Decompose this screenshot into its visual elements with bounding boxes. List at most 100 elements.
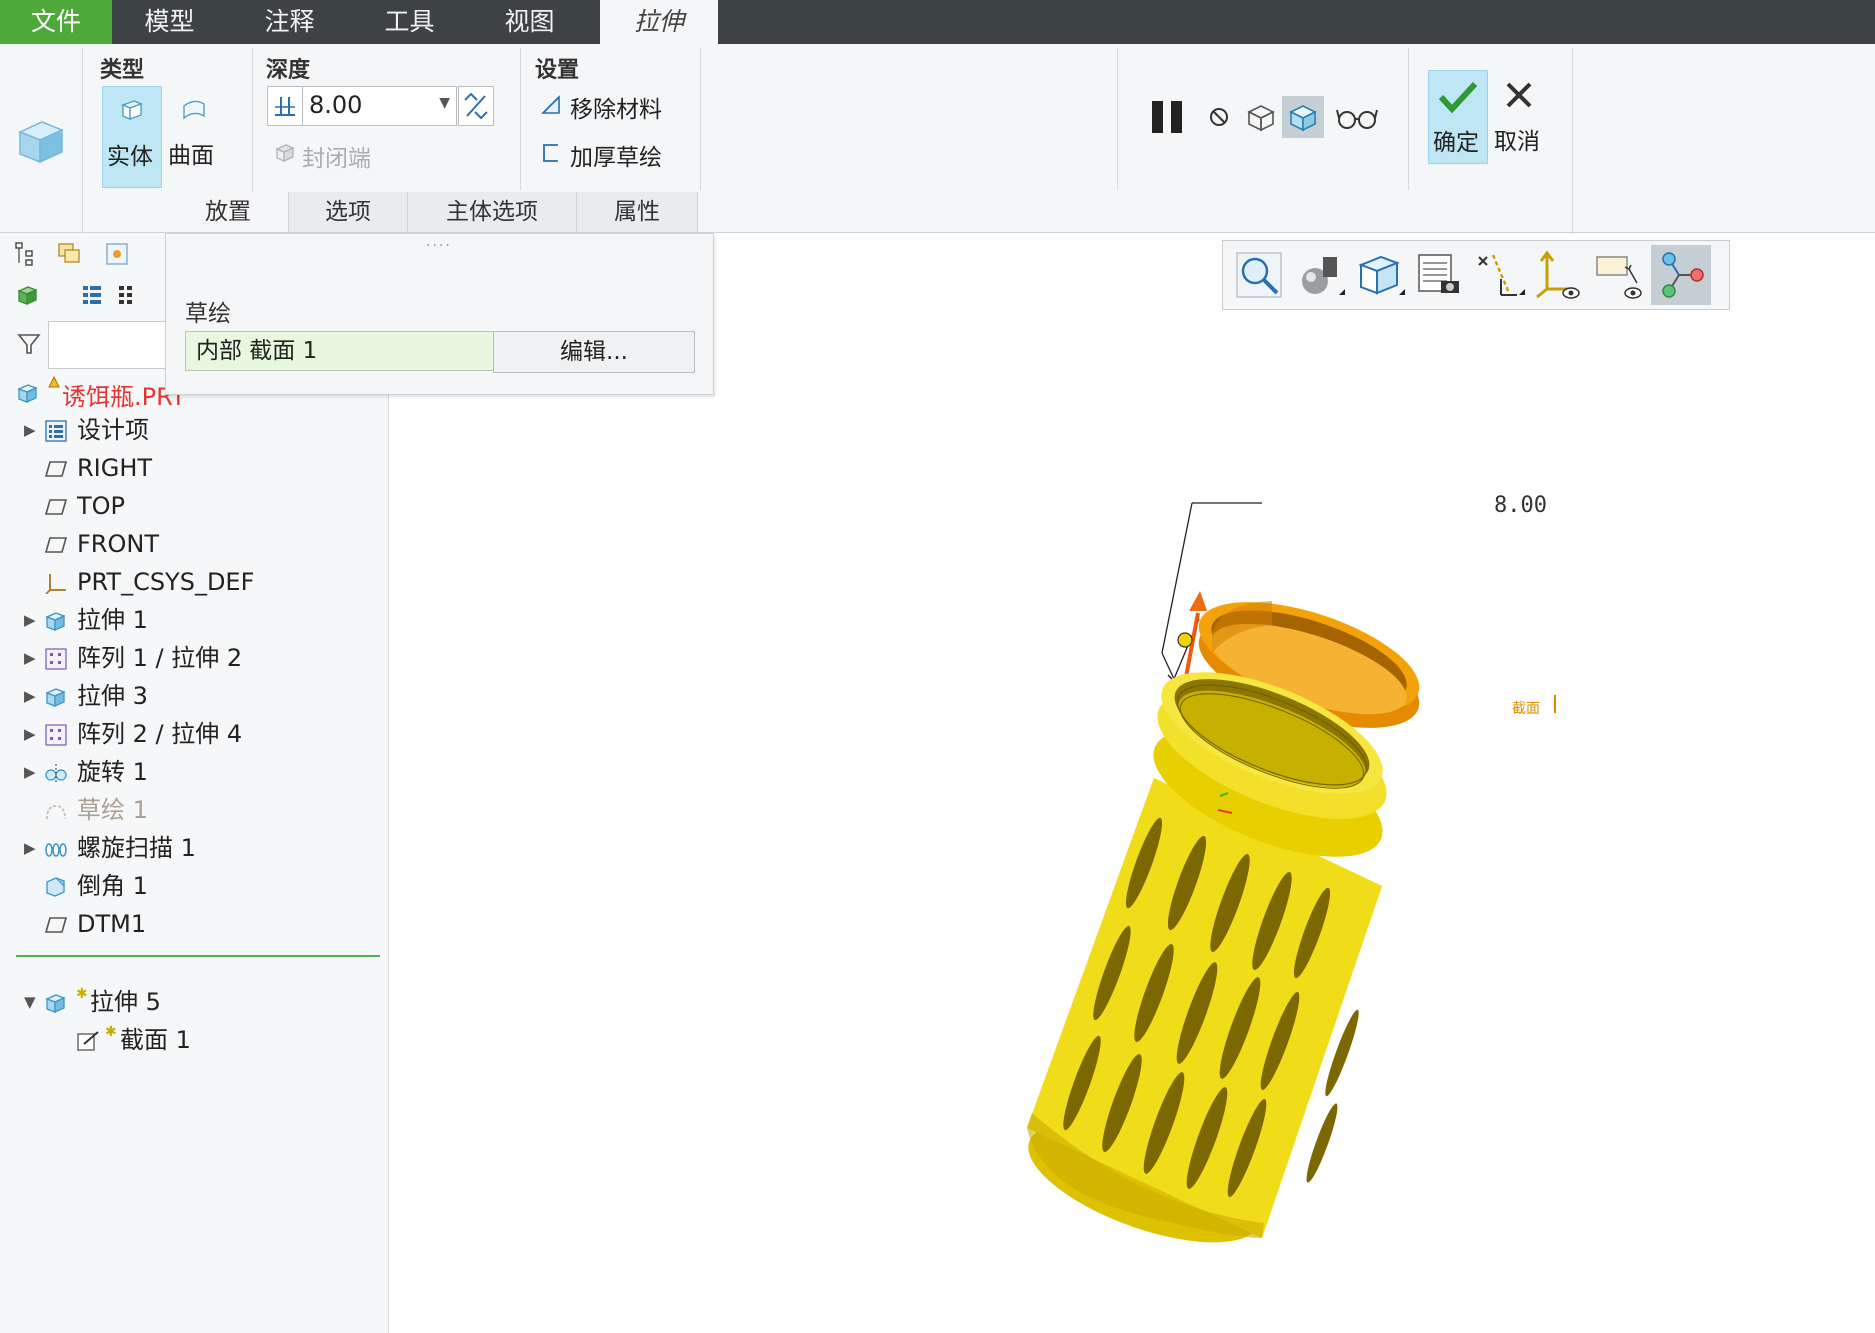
collapse-arrow-icon[interactable]: ▼ — [24, 984, 36, 1020]
depth-value-combobox[interactable]: 8.00 ▼ — [302, 86, 457, 126]
tree-item-label: 螺旋扫描 1 — [77, 834, 196, 862]
menu-tab-tools[interactable]: 工具 — [352, 0, 467, 44]
new-feature-star-icon: ✱ — [105, 1024, 117, 1040]
tree-item-label: 旋转 1 — [77, 758, 148, 786]
remove-material-icon — [541, 95, 560, 114]
tree-item-top[interactable]: TOP — [0, 488, 380, 524]
expand-arrow-icon[interactable]: ▶ — [24, 830, 36, 866]
blind-depth-icon — [275, 97, 295, 116]
tree-item-right[interactable]: RIGHT — [0, 450, 380, 486]
expand-arrow-icon[interactable]: ▶ — [24, 602, 36, 638]
subtab-options[interactable]: 选项 — [289, 192, 408, 232]
tree-item-csys[interactable]: PRT_CSYS_DEF — [0, 564, 380, 600]
menu-tab-view[interactable]: 视图 — [472, 0, 587, 44]
helical-sweep-icon — [45, 843, 67, 857]
cancel-label: 取消 — [1494, 129, 1540, 155]
tree-filter-list-icon[interactable] — [80, 283, 104, 307]
tree-item-label: 拉伸 5 — [90, 988, 161, 1016]
model-tree-panel: 诱饵瓶.PRT ▶ 设计项 RIGHT TOP FRONT PRT_CSYS_D… — [0, 233, 389, 1333]
section-tag-label: 截面 — [1512, 701, 1540, 717]
tree-search-input[interactable] — [48, 321, 170, 369]
type-group-label: 类型 — [100, 58, 145, 83]
folder-browser-icon[interactable] — [56, 241, 84, 267]
ok-button[interactable]: 确定 — [1428, 70, 1488, 164]
show-icon[interactable] — [16, 283, 40, 307]
datum-plane-icon — [44, 537, 68, 553]
menu-tab-model[interactable]: 模型 — [112, 0, 227, 44]
warning-icon — [48, 376, 60, 388]
depth-value: 8.00 — [309, 91, 363, 119]
ok-label: 确定 — [1433, 130, 1479, 156]
section-tag-marker — [1554, 695, 1556, 713]
expand-arrow-icon[interactable]: ▶ — [24, 716, 36, 752]
filter-icon[interactable] — [16, 331, 42, 357]
menu-tab-file[interactable]: 文件 — [0, 0, 112, 44]
subtab-properties[interactable]: 属性 — [577, 192, 698, 232]
tree-item-sketch-1[interactable]: 草绘 1 — [0, 792, 380, 828]
verify-preview-glasses-icon[interactable] — [1336, 106, 1378, 132]
solid-label: 实体 — [107, 144, 153, 170]
capped-ends-label[interactable]: 封闭端 — [302, 139, 371, 173]
design-items-icon — [45, 420, 67, 442]
expand-arrow-icon[interactable]: ▶ — [24, 678, 36, 714]
tree-item-extrude-1[interactable]: ▶ 拉伸 1 — [0, 602, 380, 638]
expand-arrow-icon[interactable]: ▶ — [24, 412, 36, 448]
tree-item-label: 拉伸 3 — [77, 682, 148, 710]
datum-plane-icon — [44, 917, 68, 933]
checkmark-icon — [1438, 81, 1478, 114]
tree-item-chamfer-1[interactable]: 倒角 1 — [0, 868, 380, 904]
subtab-placement[interactable]: 放置 — [168, 192, 289, 232]
graphics-viewport[interactable]: 8.00 截面 — [392, 233, 1875, 1333]
subtab-body-options[interactable]: 主体选项 — [408, 192, 577, 232]
depth-group-label: 深度 — [266, 58, 311, 83]
flip-depth-button[interactable] — [458, 86, 494, 126]
tree-item-dtm1[interactable]: DTM1 — [0, 906, 380, 942]
tree-item-label: DTM1 — [77, 910, 147, 938]
thicken-sketch-icon — [543, 144, 558, 162]
solid-button[interactable]: 实体 — [102, 86, 162, 188]
depth-drag-handle[interactable] — [1177, 632, 1193, 648]
tree-item-section-1[interactable]: ✱ 截面 1 — [0, 1022, 380, 1058]
extrude-ribbon: 类型 实体 曲面 深度 8.00 ▼ 封闭端 设置 移除材料 加厚草绘 确定 取… — [0, 44, 1875, 234]
tree-item-revolve-1[interactable]: ▶ 旋转 1 — [0, 754, 380, 790]
close-icon — [1506, 82, 1532, 108]
surface-icon — [183, 100, 205, 120]
csys-icon — [45, 574, 66, 594]
insert-here-indicator[interactable] — [16, 955, 380, 957]
tree-columns-icon[interactable] — [116, 283, 136, 307]
preview-joined-icon — [1289, 105, 1317, 132]
preview-joined-button[interactable] — [1282, 96, 1324, 138]
depth-dimension-label[interactable]: 8.00 — [1494, 493, 1547, 518]
no-preview-icon[interactable] — [1208, 106, 1230, 128]
section-sketch-icon — [77, 1031, 99, 1051]
chevron-down-icon: ▼ — [439, 95, 450, 111]
menu-tab-extrude[interactable]: 拉伸 — [600, 0, 718, 44]
extrude-icon — [45, 612, 66, 632]
thicken-sketch-toggle[interactable]: 加厚草绘 — [570, 138, 662, 172]
tree-item-helical-sweep-1[interactable]: ▶ 螺旋扫描 1 — [0, 830, 380, 866]
tree-item-front[interactable]: FRONT — [0, 526, 380, 562]
datum-plane-icon — [44, 499, 68, 515]
expand-arrow-icon[interactable]: ▶ — [24, 754, 36, 790]
cancel-button[interactable]: 取消 — [1490, 70, 1548, 162]
remove-material-toggle[interactable]: 移除材料 — [570, 90, 662, 124]
tree-item-label: 设计项 — [77, 416, 149, 444]
tree-item-label: RIGHT — [77, 454, 153, 482]
surface-button[interactable]: 曲面 — [164, 86, 222, 186]
tree-item-extrude-5[interactable]: ▼ ✱ 拉伸 5 — [0, 984, 380, 1020]
tree-item-label: TOP — [77, 492, 126, 520]
expand-arrow-icon[interactable]: ▶ — [24, 640, 36, 676]
flip-direction-icon — [464, 92, 488, 120]
tree-item-pattern-2[interactable]: ▶ 阵列 2 / 拉伸 4 — [0, 716, 380, 752]
depth-option-button[interactable] — [267, 86, 303, 126]
tree-item-design-items[interactable]: ▶ 设计项 — [0, 412, 380, 448]
preview-separate-icon[interactable] — [1244, 100, 1278, 134]
menu-tab-annotate[interactable]: 注释 — [232, 0, 347, 44]
favorites-icon[interactable] — [104, 241, 130, 267]
model-tree-tab-icon[interactable] — [14, 241, 36, 267]
bait-bottle-model[interactable] — [1014, 647, 1403, 1267]
tree-item-extrude-3[interactable]: ▶ 拉伸 3 — [0, 678, 380, 714]
tree-item-label: 拉伸 1 — [77, 606, 148, 634]
tree-item-pattern-1[interactable]: ▶ 阵列 1 / 拉伸 2 — [0, 640, 380, 676]
pause-icon[interactable] — [1150, 99, 1186, 135]
